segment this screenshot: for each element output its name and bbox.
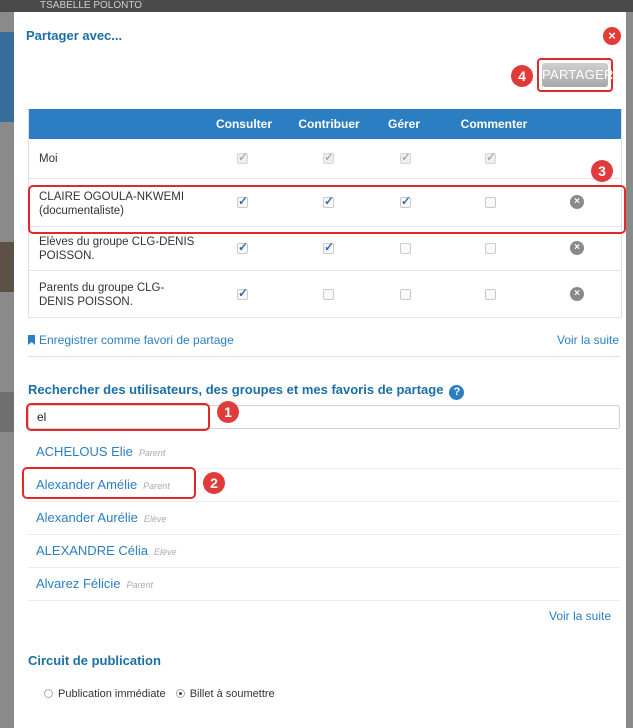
checkbox-contribuer — [323, 150, 334, 164]
result-type: Elève — [143, 514, 167, 524]
checkbox-commenter — [485, 150, 496, 164]
step-badge-2: 2 — [203, 472, 225, 494]
row-name: Moi — [39, 153, 58, 165]
checkbox-contribuer[interactable] — [323, 289, 334, 300]
remove-icon[interactable]: × — [570, 241, 584, 255]
result-item[interactable]: Alvarez Félicie Parent — [28, 568, 620, 601]
step-badge-1: 1 — [217, 401, 239, 423]
remove-icon[interactable]: × — [570, 287, 584, 301]
search-section: Rechercher des utilisateurs, des groupes… — [28, 382, 465, 400]
step-badge-4: 4 — [511, 65, 533, 87]
background-text: TSABELLE POLONTO — [40, 0, 143, 11]
dialog-title: Partager avec... — [26, 28, 123, 43]
close-icon[interactable]: × — [603, 27, 621, 45]
checkbox-consulter[interactable] — [237, 286, 248, 300]
highlight-search-input — [26, 403, 210, 431]
checkbox-consulter — [237, 150, 248, 164]
search-label: Rechercher des utilisateurs, des groupes… — [28, 382, 444, 397]
checkbox-gerer[interactable] — [400, 289, 411, 300]
share-button-highlight: PARTAGER — [537, 58, 613, 92]
background-header: TSABELLE POLONTO — [0, 0, 633, 12]
result-item[interactable]: ACHELOUS Elie Parent — [28, 436, 620, 469]
permission-row-parents: Parents du groupe CLG-DENIS POISSON. × — [29, 271, 621, 318]
see-more-favorites-link[interactable]: Voir la suite — [557, 333, 619, 347]
radio-submit-label: Billet à soumettre — [189, 688, 275, 700]
result-type: Parent — [126, 580, 154, 590]
highlight-result-amelie — [22, 467, 196, 499]
result-item[interactable]: ALEXANDRE Célia Elève — [28, 535, 620, 568]
background-right-strip — [626, 12, 633, 728]
result-name: ALEXANDRE Célia — [36, 543, 148, 558]
checkbox-commenter[interactable] — [485, 243, 496, 254]
share-dialog: Partager avec... × PARTAGER 4 Consulter … — [14, 12, 626, 728]
divider — [28, 356, 620, 357]
save-favorite-label: Enregistrer comme favori de partage — [39, 333, 234, 347]
checkbox-gerer[interactable] — [400, 243, 411, 254]
background-left-strip — [0, 12, 14, 728]
radio-submit[interactable] — [175, 689, 185, 698]
permissions-header: Consulter Contribuer Gérer Commenter — [29, 109, 621, 139]
row-name: Elèves du groupe CLG-DENIS POISSON. — [39, 236, 195, 262]
column-consulter: Consulter — [215, 117, 272, 131]
column-gerer: Gérer — [387, 117, 421, 131]
checkbox-consulter[interactable] — [237, 240, 248, 254]
see-more-results-link[interactable]: Voir la suite — [549, 609, 611, 623]
checkbox-commenter[interactable] — [485, 289, 496, 300]
result-item[interactable]: Alexander Aurélie Elève — [28, 502, 620, 535]
checkbox-contribuer[interactable] — [323, 240, 334, 254]
result-type: Parent — [138, 448, 166, 458]
radio-immediate-label: Publication immédiate — [58, 688, 166, 700]
save-favorite-link[interactable]: Enregistrer comme favori de partage — [28, 333, 234, 347]
result-name: Alvarez Félicie — [36, 576, 121, 591]
publication-title: Circuit de publication — [28, 653, 161, 668]
column-commenter: Commenter — [460, 117, 528, 131]
step-badge-3: 3 — [591, 160, 613, 182]
row-name: Parents du groupe CLG-DENIS POISSON. — [39, 282, 165, 308]
radio-immediate[interactable] — [44, 689, 53, 698]
result-name: ACHELOUS Elie — [36, 444, 133, 459]
publication-options: Publication immédiate Billet à soumettre — [44, 688, 275, 700]
share-button[interactable]: PARTAGER — [542, 63, 613, 87]
help-icon[interactable]: ? — [449, 385, 465, 400]
bookmark-icon — [28, 335, 35, 345]
highlight-row-claire — [28, 185, 626, 234]
result-name: Alexander Aurélie — [36, 510, 138, 525]
checkbox-gerer — [400, 150, 411, 164]
search-results: ACHELOUS Elie Parent Alexander Amélie Pare… — [28, 436, 620, 601]
column-contribuer: Contribuer — [298, 117, 360, 131]
permission-row-moi: Moi — [29, 139, 621, 179]
result-type: Elève — [154, 547, 177, 557]
